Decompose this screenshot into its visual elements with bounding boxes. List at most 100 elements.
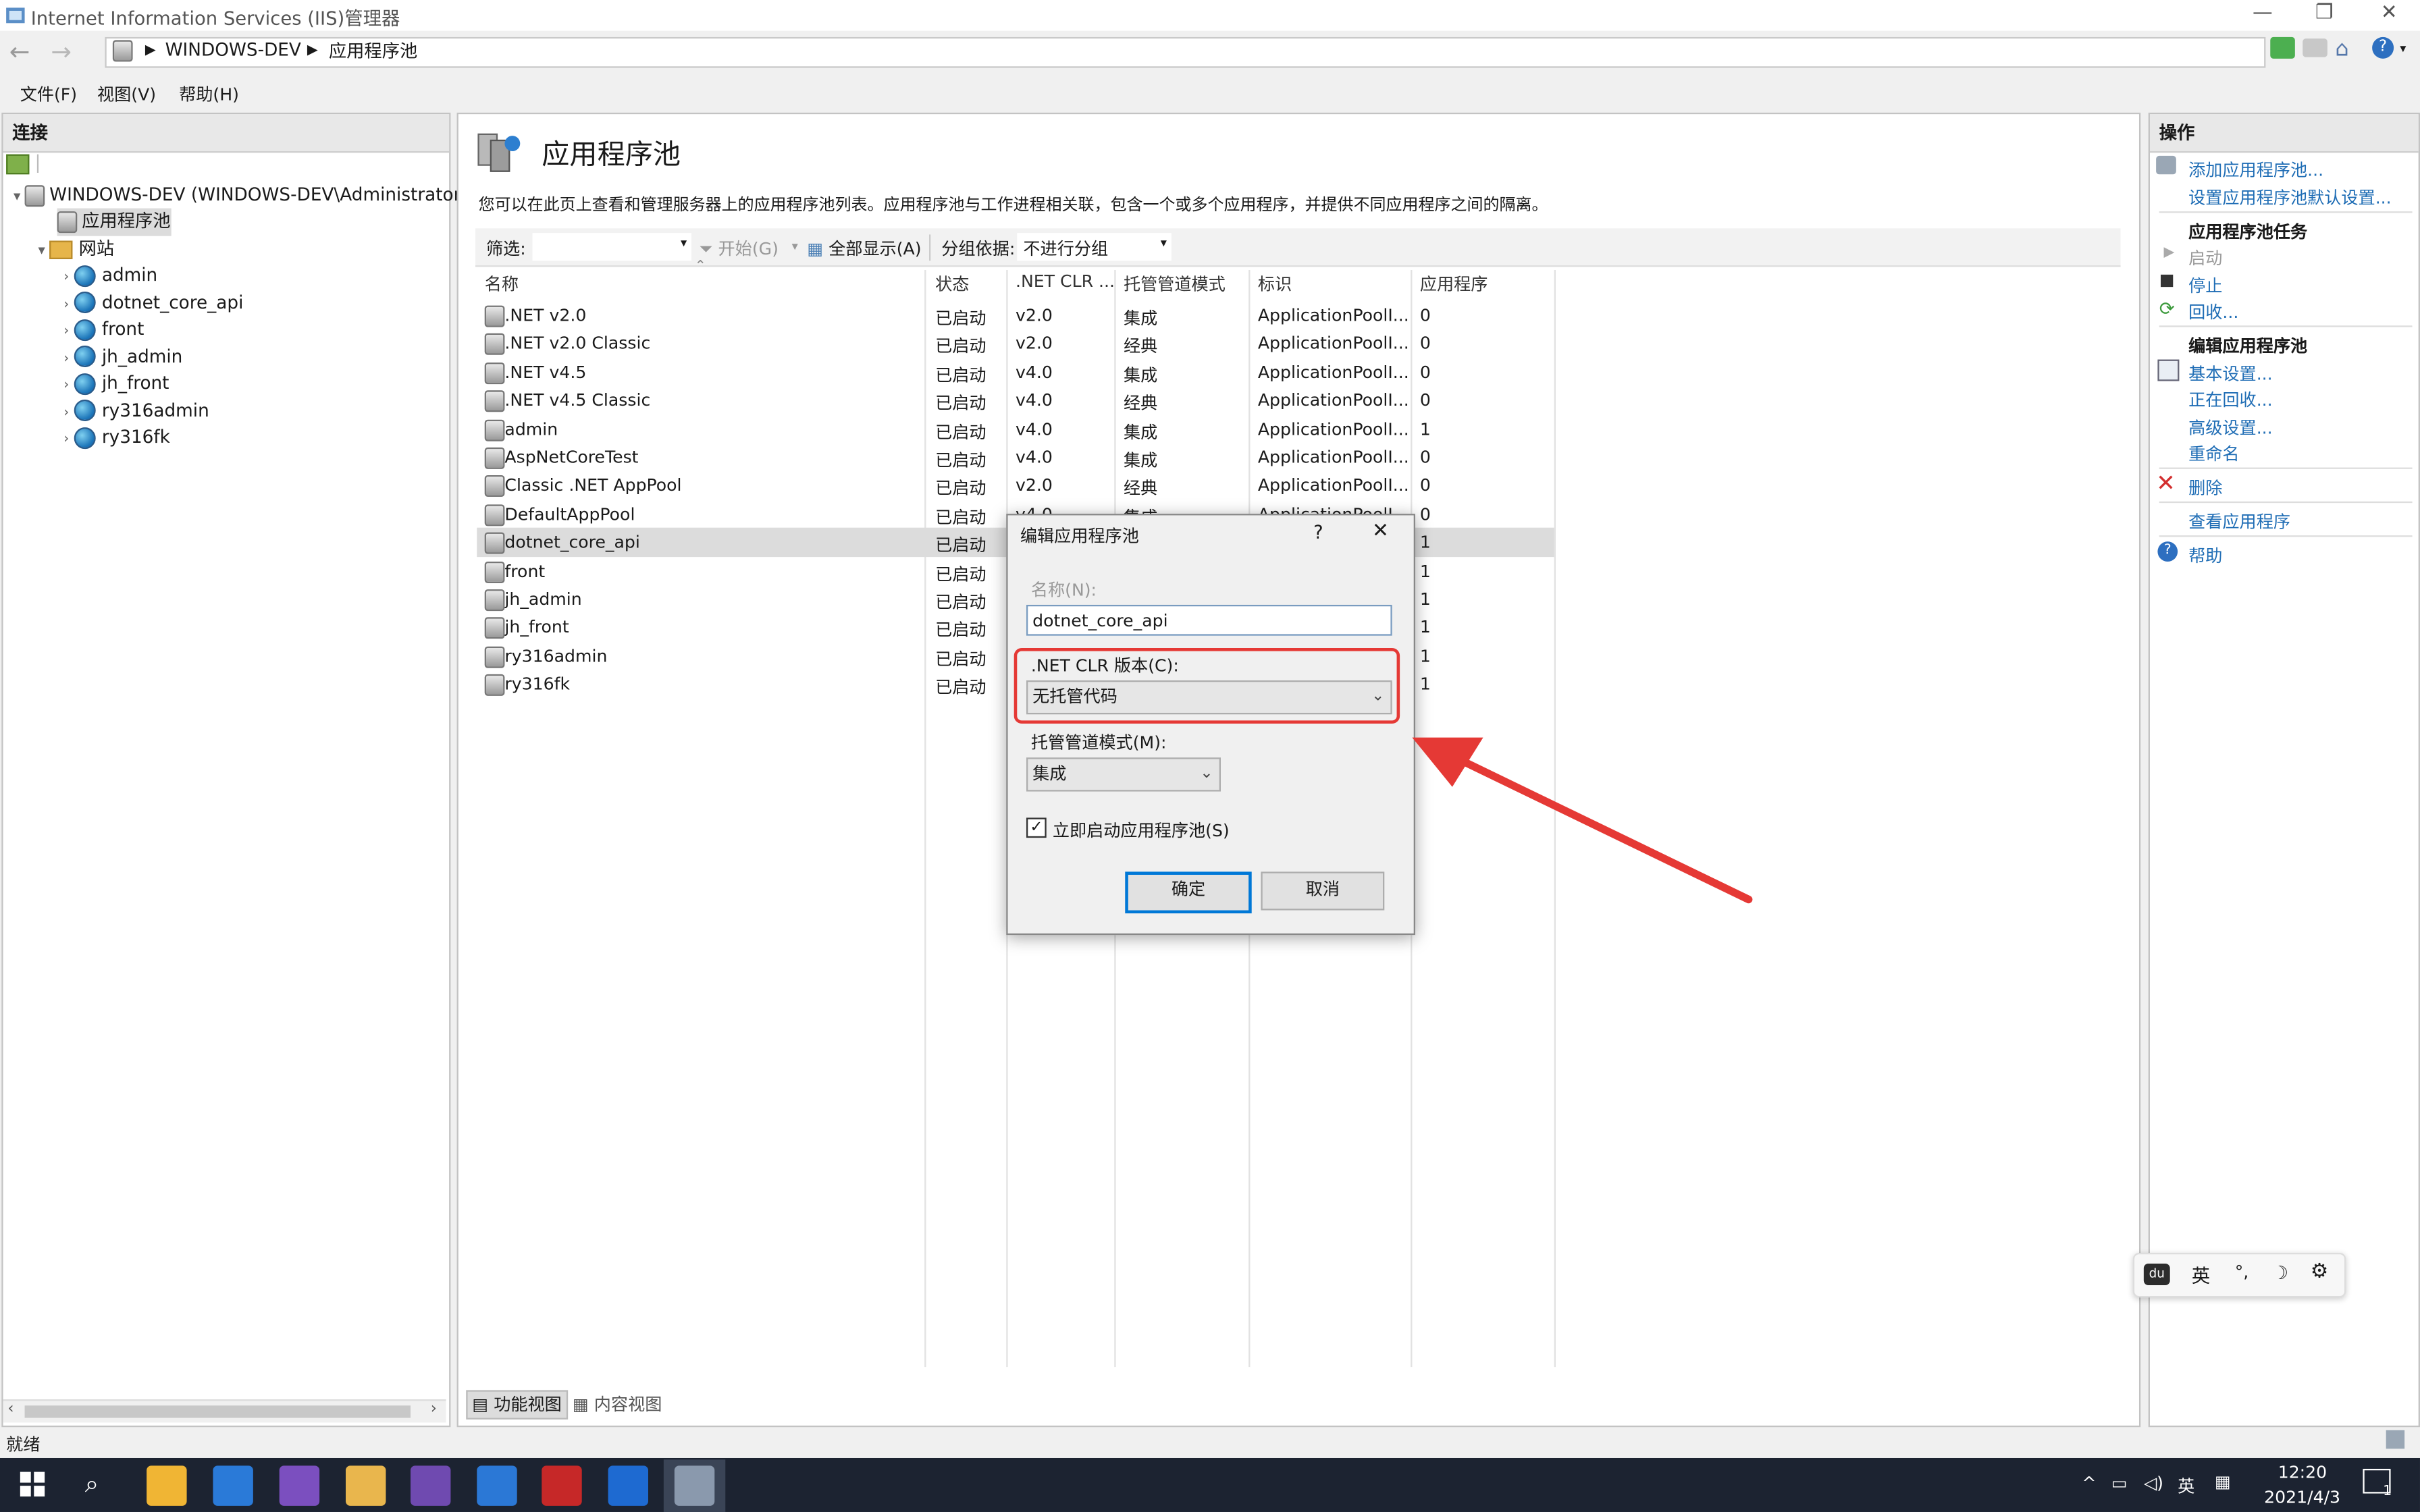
expand-icon[interactable]: › — [59, 427, 74, 454]
tree-site[interactable]: › dotnet_core_api — [59, 290, 244, 317]
visual-studio-icon[interactable] — [279, 1465, 320, 1506]
table-row[interactable]: Classic .NET AppPool 已启动 v2.0 经典 Application… — [477, 471, 1554, 500]
table-row[interactable]: .NET v2.0 已启动 v2.0 集成 ApplicationPoolI... 0 — [477, 301, 1554, 329]
feishu-icon[interactable] — [477, 1465, 517, 1506]
jetbrains-icon[interactable] — [542, 1465, 582, 1506]
show-all-button[interactable]: ▦ 全部显示(A) — [807, 236, 921, 261]
tree-site[interactable]: › jh_front — [59, 371, 169, 398]
security-shield-icon[interactable] — [608, 1465, 648, 1506]
tray-ime-language[interactable]: 英 — [2178, 1474, 2194, 1498]
table-row[interactable]: AspNetCoreTest 已启动 v4.0 集成 ApplicationPoolI.… — [477, 443, 1554, 471]
close-window-button[interactable]: ✕ — [2363, 0, 2415, 31]
help-icon[interactable]: ? — [2372, 36, 2394, 59]
ime-settings-icon[interactable]: ⚙ — [2311, 1260, 2329, 1283]
ok-button[interactable]: 确定 — [1125, 871, 1252, 914]
menu-file[interactable]: 文件(F) — [20, 82, 77, 107]
breadcrumb-server[interactable]: WINDOWS-DEV — [165, 38, 301, 60]
basic-settings-link[interactable]: 基本设置... — [2188, 361, 2273, 386]
tree-site[interactable]: › admin — [59, 263, 157, 290]
expand-icon[interactable]: › — [59, 346, 74, 373]
search-icon[interactable]: ⌕ — [85, 1469, 99, 1500]
tree-site[interactable]: › ry316fk — [59, 425, 170, 452]
scroll-right-icon[interactable]: › — [431, 1401, 437, 1418]
column-header-identity[interactable]: 标识 — [1258, 271, 1292, 296]
network-icon[interactable]: ▭ — [2111, 1474, 2128, 1494]
keyboard-icon[interactable]: ▦ — [2215, 1472, 2231, 1492]
ime-moon-icon[interactable]: ☽ — [2272, 1262, 2289, 1284]
clock-date[interactable]: 2021/4/3 — [2264, 1487, 2340, 1507]
iis-manager-icon[interactable] — [674, 1465, 715, 1506]
tree-server[interactable]: ▾ WINDOWS-DEV (WINDOWS-DEV\Administrator) — [9, 182, 468, 209]
cancel-button[interactable]: 取消 — [1261, 871, 1385, 911]
table-row[interactable]: .NET v4.5 Classic 已启动 v4.0 经典 ApplicationPoo… — [477, 386, 1554, 414]
editor-icon[interactable] — [345, 1465, 386, 1506]
advanced-settings-link[interactable]: 高级设置... — [2188, 415, 2273, 440]
ime-punctuation-toggle[interactable]: °, — [2235, 1262, 2249, 1282]
column-header-status[interactable]: 状态 — [935, 271, 969, 296]
home-icon[interactable]: ⌂ — [2335, 37, 2348, 62]
refresh-icon[interactable] — [2270, 36, 2295, 59]
scrollbar-thumb[interactable] — [24, 1405, 411, 1418]
rename-link[interactable]: 重命名 — [2188, 441, 2239, 466]
tray-overflow-icon[interactable]: ^ — [2082, 1474, 2096, 1494]
column-header-clr[interactable]: .NET CLR ... — [1016, 271, 1115, 296]
stop-icon[interactable] — [2303, 38, 2327, 57]
expand-icon[interactable]: › — [59, 373, 74, 400]
menu-view[interactable]: 视图(V) — [97, 82, 156, 107]
delete-link[interactable]: 删除 — [2188, 475, 2222, 500]
breadcrumb-app-pools[interactable]: 应用程序池 — [329, 38, 417, 63]
scroll-left-icon[interactable]: ‹ — [7, 1401, 14, 1418]
chevron-down-icon[interactable]: ▾ — [681, 236, 687, 250]
ime-language-toggle[interactable]: 英 — [2192, 1262, 2210, 1289]
clock-time[interactable]: 12:20 — [2278, 1463, 2327, 1483]
group-by-select[interactable]: 不进行分组 ▾ — [1017, 233, 1172, 261]
back-icon[interactable]: ← — [9, 37, 30, 66]
tree-sites[interactable]: ▾ 网站 — [34, 236, 115, 266]
breadcrumb[interactable] — [105, 36, 2266, 68]
tree-site[interactable]: › ry316admin — [59, 398, 209, 425]
column-header-apps[interactable]: 应用程序 — [1420, 271, 1488, 296]
volume-icon[interactable]: ◁) — [2144, 1474, 2163, 1494]
forward-icon[interactable]: → — [51, 37, 72, 66]
connect-icon[interactable] — [6, 154, 30, 175]
ime-logo-icon[interactable]: du — [2143, 1263, 2170, 1285]
tree-site[interactable]: › front — [59, 317, 144, 344]
filter-input[interactable]: ▾ — [532, 233, 691, 261]
chevron-down-icon[interactable]: ▾ — [792, 239, 798, 253]
table-row[interactable]: .NET v4.5 已启动 v4.0 集成 ApplicationPoolI... 0 — [477, 358, 1554, 386]
autostart-checkbox[interactable]: ✓ — [1026, 817, 1047, 838]
help-link[interactable]: 帮助 — [2188, 543, 2222, 568]
column-header-pipeline[interactable]: 托管管道模式 — [1124, 271, 1226, 296]
menu-help[interactable]: 帮助(H) — [179, 82, 239, 107]
table-row[interactable]: admin 已启动 v4.0 集成 ApplicationPoolI... 1 — [477, 414, 1554, 443]
restore-button[interactable]: ❐ — [2298, 0, 2350, 31]
expand-icon[interactable]: › — [59, 319, 74, 346]
windows-start-icon[interactable] — [20, 1472, 45, 1501]
tree-site[interactable]: › jh_admin — [59, 344, 182, 371]
recycling-link[interactable]: 正在回收... — [2188, 387, 2273, 412]
file-explorer-icon[interactable] — [147, 1465, 187, 1506]
tab-content-view[interactable]: ▦ 内容视图 — [573, 1392, 662, 1417]
stop-link[interactable]: 停止 — [2188, 273, 2222, 298]
minimize-button[interactable]: — — [2236, 0, 2289, 31]
pipeline-mode-select[interactable]: 集成 ⌄ — [1026, 757, 1221, 792]
expand-icon[interactable]: › — [59, 292, 74, 319]
start-filter-button[interactable]: ⏷ 开始(G) — [699, 236, 778, 261]
set-defaults-link[interactable]: 设置应用程序池默认设置... — [2188, 185, 2392, 210]
chevron-down-icon[interactable]: ▾ — [2400, 42, 2406, 56]
tree-app-pools[interactable]: 应用程序池 — [57, 208, 172, 236]
horizontal-scrollbar[interactable]: ‹ › — [3, 1399, 446, 1423]
mail-icon[interactable] — [213, 1465, 253, 1506]
collapse-icon[interactable]: ▾ — [34, 239, 49, 266]
tab-features-view[interactable]: ▤ 功能视图 — [466, 1390, 569, 1420]
expand-icon[interactable]: › — [59, 400, 74, 427]
expand-icon[interactable]: › — [59, 265, 74, 292]
add-app-pool-link[interactable]: 添加应用程序池... — [2188, 157, 2323, 182]
view-apps-link[interactable]: 查看应用程序 — [2188, 509, 2290, 534]
table-row[interactable]: .NET v2.0 Classic 已启动 v2.0 经典 ApplicationPoo… — [477, 329, 1554, 358]
name-field[interactable]: dotnet_core_api — [1026, 604, 1392, 636]
recycle-link[interactable]: 回收... — [2188, 299, 2238, 324]
dialog-close-button[interactable]: ✕ — [1372, 520, 1389, 543]
collapse-icon[interactable]: ▾ — [9, 185, 25, 212]
visual-studio-2-icon[interactable] — [410, 1465, 451, 1506]
